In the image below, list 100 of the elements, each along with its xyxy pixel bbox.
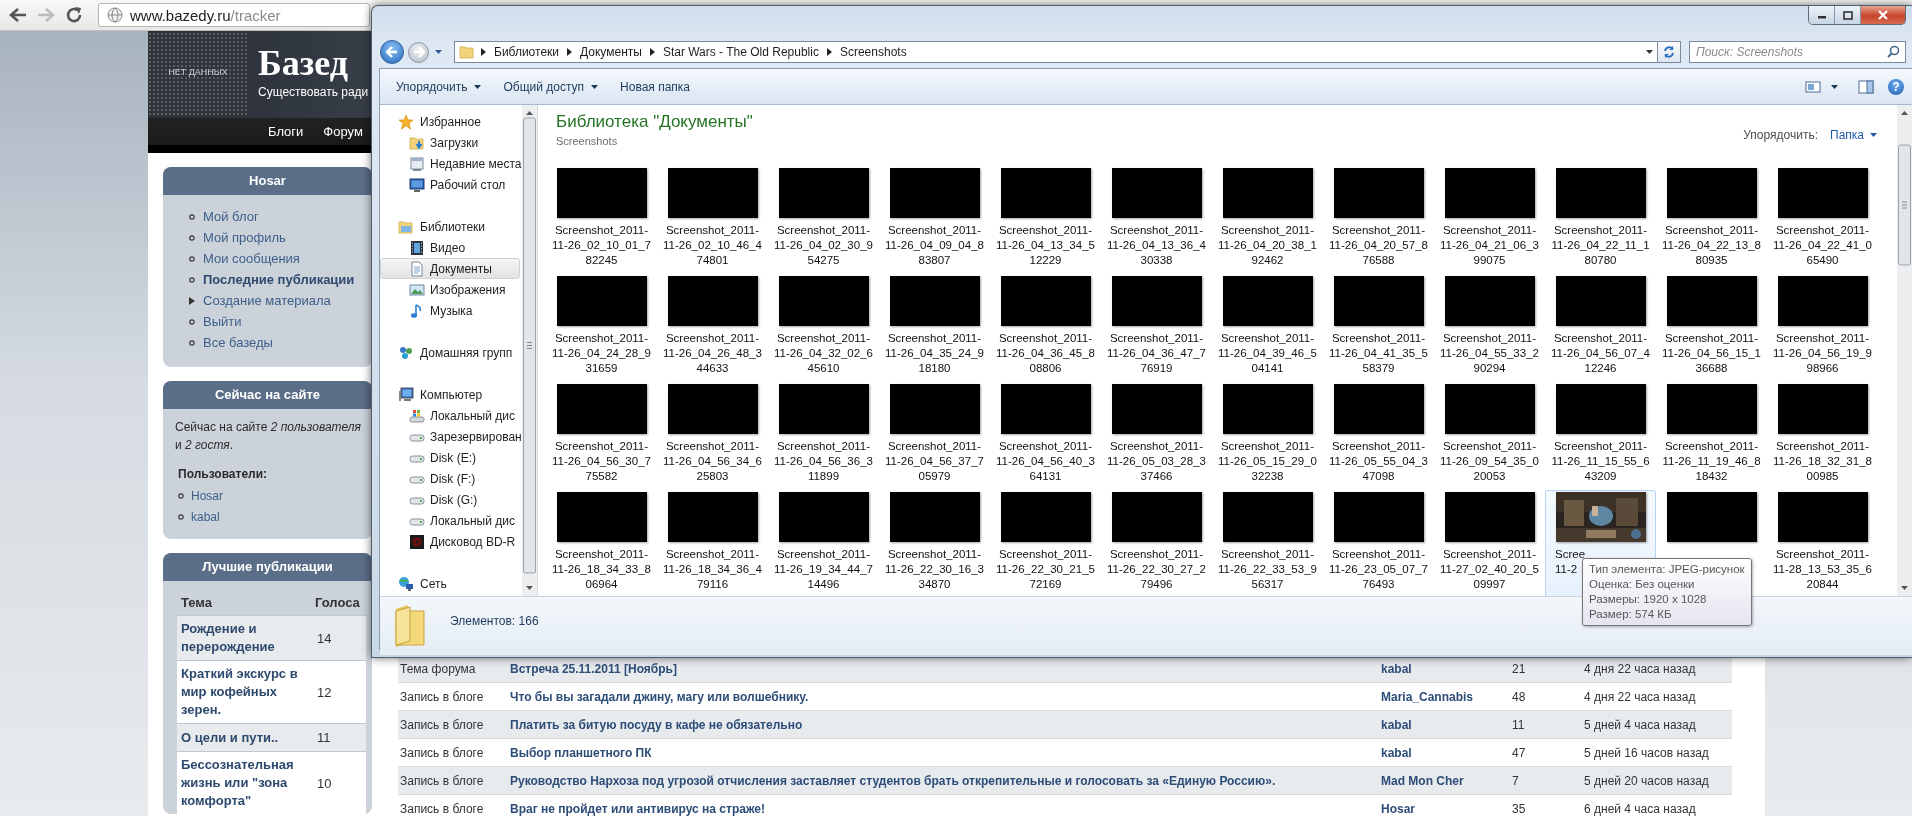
file-item[interactable]: Screenshot_2011- 11-26_04_09_04_8 83807: [879, 166, 990, 269]
search-field[interactable]: Поиск: Screenshots: [1689, 41, 1906, 63]
breadcrumb-item[interactable]: Screenshots: [837, 45, 909, 59]
address-field[interactable]: www.bazedy.ru/tracker: [98, 3, 370, 27]
file-item[interactable]: Screenshot_2011- 11-26_04_26_48_3 44633: [657, 274, 768, 377]
user-link[interactable]: kabal: [191, 509, 220, 524]
file-item[interactable]: Screenshot_2011- 11-26_04_39_46_5 04141: [1212, 274, 1323, 377]
menu-link[interactable]: Создание материала: [203, 293, 331, 308]
file-item[interactable]: Screenshot_2011- 11-26_02_10_01_7 82245: [546, 166, 657, 269]
refresh-button[interactable]: [1657, 41, 1681, 63]
nav-item[interactable]: Disk (F:): [380, 468, 520, 489]
nav-item[interactable]: Недавние места: [380, 153, 520, 174]
breadcrumb-item[interactable]: Библиотеки: [492, 45, 561, 59]
file-item[interactable]: Screenshot_2011- 11-26_04_56_15_1 36688: [1656, 274, 1767, 377]
scrollbar[interactable]: [522, 105, 537, 596]
menu-link[interactable]: Мои сообщения: [203, 251, 300, 266]
author-link[interactable]: kabal: [1381, 661, 1412, 676]
author-link[interactable]: kabal: [1381, 745, 1412, 760]
menu-link[interactable]: Последние публикации: [203, 272, 355, 287]
nav-item[interactable]: Рабочий стол: [380, 174, 520, 195]
author-link[interactable]: Maria_Cannabis: [1381, 689, 1474, 704]
file-item[interactable]: Screenshot_2011- 11-26_04_22_11_1 80780: [1545, 166, 1656, 269]
file-item[interactable]: Screenshot_2011- 11-26_04_56_40_3 64131: [990, 382, 1101, 485]
file-item[interactable]: Screenshot_2011- 11-26_05_55_04_3 47098: [1323, 382, 1434, 485]
post-link[interactable]: Платить за битую посуду в кафе не обязательно: [510, 717, 803, 732]
toolbar-button[interactable]: Новая папка: [610, 73, 700, 100]
file-item[interactable]: Screenshot_2011- 11-26_04_20_38_1 92462: [1212, 166, 1323, 269]
menu-link[interactable]: Выйти: [203, 314, 242, 329]
nav-item[interactable]: Документы: [380, 258, 520, 279]
file-item[interactable]: Screenshot_2011- 11-26_18_34_33_8 06964: [546, 490, 657, 593]
file-item[interactable]: Screenshot_2011- 11-26_04_13_36_4 30338: [1101, 166, 1212, 269]
author-link[interactable]: kabal: [1381, 717, 1412, 732]
menu-link[interactable]: Мой профиль: [203, 230, 286, 245]
file-item[interactable]: Screenshot_2011- 11-26_11_15_55_6 43209: [1545, 382, 1656, 485]
file-item[interactable]: Screenshot_2011- 11-26_04_56_37_7 05979: [879, 382, 990, 485]
file-item[interactable]: Screenshot_2011- 11-26_04_21_06_3 99075: [1434, 166, 1545, 269]
file-item[interactable]: Screenshot_2011- 11-26_04_56_30_7 75582: [546, 382, 657, 485]
nav-item[interactable]: Загрузки: [380, 132, 520, 153]
file-item[interactable]: Screenshot_2011- 11-26_04_36_47_7 76919: [1101, 274, 1212, 377]
close-button[interactable]: [1861, 6, 1905, 24]
file-item[interactable]: Screenshot_2011- 11-26_04_36_45_8 08806: [990, 274, 1101, 377]
file-item[interactable]: Screenshot_2011- 11-26_04_35_24_9 18180: [879, 274, 990, 377]
file-item[interactable]: Screenshot_2011- 11-26_04_24_28_9 31659: [546, 274, 657, 377]
post-link[interactable]: Рождение и перерождение: [177, 616, 311, 660]
post-link[interactable]: Встреча 25.11.2011 [Ноябрь]: [510, 661, 677, 676]
nav-item[interactable]: Изображения: [380, 279, 520, 300]
nav-item[interactable]: Компьютер: [380, 384, 520, 405]
arrange-dropdown[interactable]: Папка: [1830, 128, 1877, 142]
file-item[interactable]: Screenshot_2011- 11-26_23_05_07_7 76493: [1323, 490, 1434, 593]
author-link[interactable]: Mad Mon Cher: [1381, 773, 1464, 788]
file-item[interactable]: Screenshot_2011- 11-26_18_32_31_8 00985: [1767, 382, 1878, 485]
nav-item[interactable]: Библиотеки: [380, 216, 520, 237]
toolbar-button[interactable]: Упорядочить: [386, 73, 492, 100]
menu-link[interactable]: Мой блог: [203, 209, 259, 224]
file-item[interactable]: Screenshot_2011- 11-27_02_40_20_5 09997: [1434, 490, 1545, 593]
history-dropdown[interactable]: [433, 50, 444, 54]
file-item[interactable]: Screenshot_2011- 11-26_04_41_35_5 58379: [1323, 274, 1434, 377]
file-item[interactable]: Screenshot_2011- 11-26_04_02_30_9 54275: [768, 166, 879, 269]
scrollbar[interactable]: [1897, 105, 1912, 596]
breadcrumb-item[interactable]: Star Wars - The Old Republic: [660, 45, 821, 59]
file-item[interactable]: Screenshot_2011- 11-26_04_22_13_8 80935: [1656, 166, 1767, 269]
nav-item[interactable]: Зарезервирован: [380, 426, 520, 447]
file-item[interactable]: Screenshot_2011- 11-28_13_53_35_6 20844: [1767, 490, 1878, 593]
nav-item[interactable]: Disk (E:): [380, 447, 520, 468]
nav-item[interactable]: Disk (G:): [380, 489, 520, 510]
nav-item[interactable]: Видео: [380, 237, 520, 258]
minimize-button[interactable]: [1809, 6, 1835, 24]
file-item[interactable]: Screenshot_2011- 11-26_04_56_07_4 12246: [1545, 274, 1656, 377]
breadcrumb-item[interactable]: Документы: [578, 45, 644, 59]
toolbar-button[interactable]: Общий доступ: [493, 73, 609, 100]
post-link[interactable]: Враг не пройдет или антивирус на страже!: [510, 801, 765, 816]
nav-item[interactable]: Сеть: [380, 573, 520, 594]
file-item[interactable]: Screenshot_2011- 11-26_04_22_41_0 65490: [1767, 166, 1878, 269]
nav-item[interactable]: Локальный дис: [380, 405, 520, 426]
file-item[interactable]: Screenshot_2011- 11-26_22_30_16_3 34870: [879, 490, 990, 593]
nav-item[interactable]: Домашняя групп: [380, 342, 520, 363]
file-item[interactable]: Screenshot_2011- 11-26_22_30_27_2 79496: [1101, 490, 1212, 593]
post-link[interactable]: О цели и пути..: [177, 724, 311, 751]
nav-link[interactable]: Блоги: [268, 118, 304, 145]
address-bar[interactable]: Библиотеки Документы Star Wars - The Old Republic Screenshots: [454, 41, 1658, 63]
user-link[interactable]: Hosar: [191, 488, 223, 503]
maximize-button[interactable]: [1835, 6, 1861, 24]
nav-item[interactable]: Избранное: [380, 111, 520, 132]
file-item[interactable]: Screenshot_2011- 11-26_04_56_34_6 25803: [657, 382, 768, 485]
menu-link[interactable]: Все базеды: [203, 335, 273, 350]
post-link[interactable]: Выбор планшетного ПК: [510, 745, 652, 760]
file-item[interactable]: Screenshot_2011- 11-26_04_55_33_2 90294: [1434, 274, 1545, 377]
file-item[interactable]: Screenshot_2011- 11-26_04_56_36_3 11899: [768, 382, 879, 485]
file-item[interactable]: Screenshot_2011- 11-26_19_34_44_7 14496: [768, 490, 879, 593]
nav-item[interactable]: Дисковод BD-R: [380, 531, 520, 552]
nav-item[interactable]: Локальный дис: [380, 510, 520, 531]
nav-link[interactable]: Форум: [323, 118, 363, 145]
file-item[interactable]: Screenshot_2011- 11-26_09_54_35_0 20053: [1434, 382, 1545, 485]
post-link[interactable]: Краткий экскурс в мир кофейных зерен.: [177, 661, 311, 723]
file-item[interactable]: Screenshot_2011- 11-26_22_30_21_5 72169: [990, 490, 1101, 593]
file-item[interactable]: Screenshot_2011- 11-26_04_56_19_9 98966: [1767, 274, 1878, 377]
file-item[interactable]: Screenshot_2011- 11-26_04_20_57_8 76588: [1323, 166, 1434, 269]
post-link[interactable]: Бессознательная жизнь или "зона комфорта": [177, 752, 311, 814]
back-button[interactable]: [380, 40, 404, 64]
nav-item[interactable]: Музыка: [380, 300, 520, 321]
